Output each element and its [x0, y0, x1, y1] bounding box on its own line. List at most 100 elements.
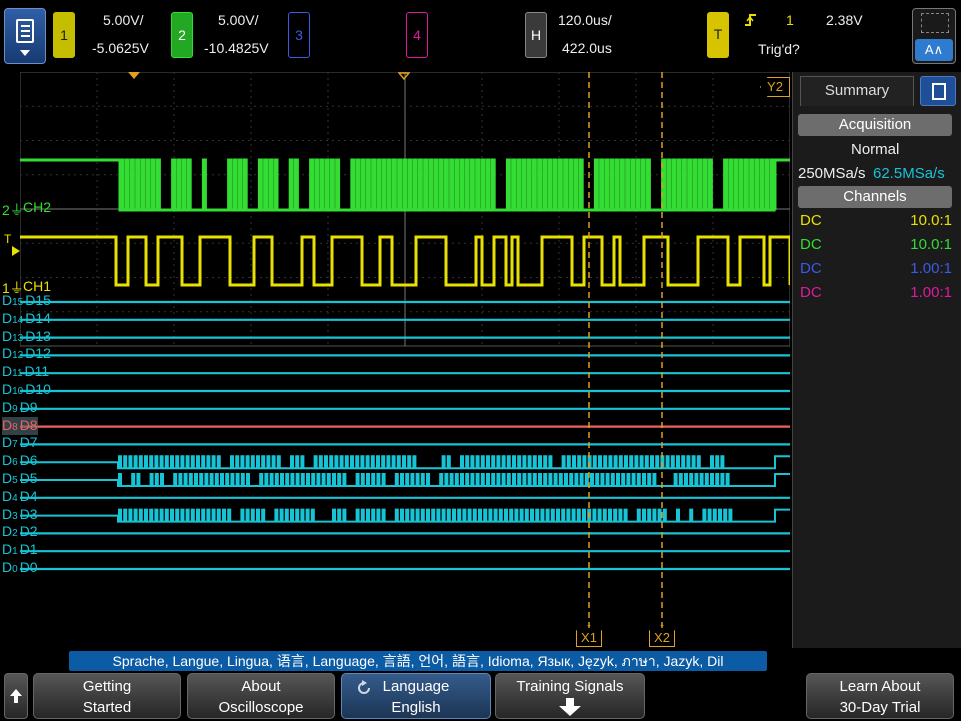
delay-value: 422.0us [562, 40, 612, 56]
zoom-auto-button[interactable]: A∧ [912, 8, 956, 64]
digital-name: D7 [19, 434, 38, 451]
channel-probe-ratio: 1.00:1 [910, 260, 952, 277]
trigger-key-label: T [713, 26, 723, 42]
digital-label-d8[interactable]: D8 D8 [2, 416, 38, 435]
digital-label-d10[interactable]: D10 D10 [2, 381, 51, 399]
delay-reference-marker[interactable] [398, 72, 410, 80]
digital-subscript: 13 [12, 332, 24, 344]
digital-glyph: D [2, 505, 13, 522]
digital-subscript: 2 [12, 528, 18, 540]
acquisition-mode: Normal [851, 141, 900, 158]
digital-label-d13[interactable]: D13 D13 [2, 328, 51, 346]
digital-label-d1[interactable]: D1 D1 [2, 541, 38, 559]
getting-started-line1: Getting [82, 678, 132, 695]
about-line1: About [241, 678, 281, 695]
channel-coupling: DC [800, 284, 822, 301]
digital-subscript: 11 [12, 368, 23, 380]
language-value: English [391, 699, 441, 716]
digital-subscript: 1 [12, 546, 18, 558]
summary-tab-label: Summary [824, 82, 890, 99]
digital-name: D15 [25, 292, 51, 308]
channel-4-key[interactable]: 4 [406, 12, 428, 58]
getting-started-button[interactable]: Getting Started [33, 673, 181, 719]
digital-name: D8 [19, 416, 38, 433]
getting-started-line2: Started [82, 699, 132, 716]
trial-line1: Learn About [839, 678, 921, 695]
arrow-up-icon [10, 689, 22, 703]
digital-label-d6[interactable]: D6 D6 [2, 452, 38, 470]
digital-subscript: 12 [12, 350, 24, 362]
cursor-lines[interactable] [588, 72, 663, 630]
digital-name: D3 [19, 505, 38, 522]
digital-name: D0 [19, 559, 38, 575]
digital-label-d2[interactable]: D2 D2 [2, 523, 38, 541]
digital-label-d3[interactable]: D3 D3 [2, 506, 38, 524]
horizontal-key[interactable]: H [525, 12, 547, 58]
digital-trace-d3 [20, 508, 790, 523]
channel-3-key[interactable]: 3 [288, 12, 310, 58]
digital-label-d4[interactable]: D4 D4 [2, 488, 38, 506]
digital-name: D10 [25, 381, 51, 397]
trial-line2: 30-Day Trial [839, 699, 921, 716]
digital-name: D14 [25, 309, 51, 326]
channel-1-offset: -5.0625V [92, 40, 149, 56]
about-oscilloscope-button[interactable]: About Oscilloscope [187, 673, 335, 719]
digital-subscript: 5 [12, 475, 18, 486]
training-signals-label: Training Signals [516, 678, 624, 695]
arrow-down-icon [559, 698, 581, 716]
digital-glyph: D [2, 541, 13, 558]
language-button[interactable]: Language English [341, 673, 491, 719]
digital-glyph: D [2, 363, 13, 380]
channel-2-scale: 5.00V/ [218, 12, 259, 28]
digital-name: D2 [19, 523, 38, 540]
digital-name: D11 [24, 363, 50, 380]
digital-name: D9 [19, 398, 38, 415]
trigger-key[interactable]: T [707, 12, 729, 58]
channels-header: Channels [798, 186, 952, 208]
softkey-up-button[interactable] [4, 673, 28, 719]
digital-glyph: D [2, 381, 13, 397]
digital-subscript: 8 [12, 421, 18, 433]
digital-label-d5[interactable]: D5 D5 [2, 470, 38, 488]
trigger-position-marker[interactable] [128, 72, 140, 80]
digital-glyph: D [2, 292, 13, 308]
channel-2-number: 2 [178, 27, 186, 43]
horizontal-key-label: H [530, 27, 542, 43]
training-signals-button[interactable]: Training Signals [495, 673, 645, 719]
digital-trace-d6 [20, 455, 790, 470]
digital-name: D6 [19, 452, 38, 469]
digital-label-d12[interactable]: D12 D12 [2, 345, 51, 363]
digital-subscript: 3 [12, 510, 18, 522]
waveform-display[interactable] [20, 72, 790, 648]
digital-label-d9[interactable]: D9 D9 [2, 399, 38, 417]
channel-1-scale: 5.00V/ [103, 12, 144, 28]
digital-glyph: D [2, 452, 13, 469]
digital-name: D13 [25, 327, 51, 344]
channel-coupling: DC [800, 236, 822, 253]
digital-label-d7[interactable]: D7 D7 [2, 434, 38, 452]
digital-label-d14[interactable]: D14 D14 [2, 310, 51, 328]
channel-coupling: DC [800, 260, 822, 277]
digital-label-d15[interactable]: D15 D15 [2, 292, 51, 310]
channel-3-number: 3 [295, 27, 303, 43]
learn-about-trial-button[interactable]: Learn About 30-Day Trial [806, 673, 954, 719]
zoom-box-icon [921, 13, 949, 33]
digital-label-d11[interactable]: D11 D11 [2, 363, 49, 381]
panel-menu-button[interactable] [920, 76, 956, 106]
trigger-level: 2.38V [826, 12, 863, 28]
digital-name: D4 [19, 487, 38, 504]
digital-subscript: 7 [12, 439, 18, 451]
digital-label-d0[interactable]: D0 D0 [2, 559, 38, 577]
top-status-bar [0, 0, 961, 72]
digital-labels: D15 D15 D14 D14 D13 D13 D12 D12 D11 D11 D10 D10 D9 D9… [0, 0, 70, 721]
digital-name: D1 [19, 541, 38, 558]
sample-rate-digital: 62.5MSa/s [873, 165, 945, 182]
channel-2-key[interactable]: 2 [171, 12, 193, 58]
channel-probe-ratio: 10.0:1 [910, 236, 952, 253]
digital-trace-d5 [20, 473, 790, 487]
digital-name: D5 [19, 470, 38, 486]
summary-tab[interactable]: Summary [800, 76, 914, 106]
language-line1: Language [382, 678, 450, 695]
acquisition-header: Acquisition [798, 114, 952, 136]
channel-list: DC 10.0:1 DC 10.0:1 DC 1.00:1 DC 1.00:1 [798, 210, 952, 310]
